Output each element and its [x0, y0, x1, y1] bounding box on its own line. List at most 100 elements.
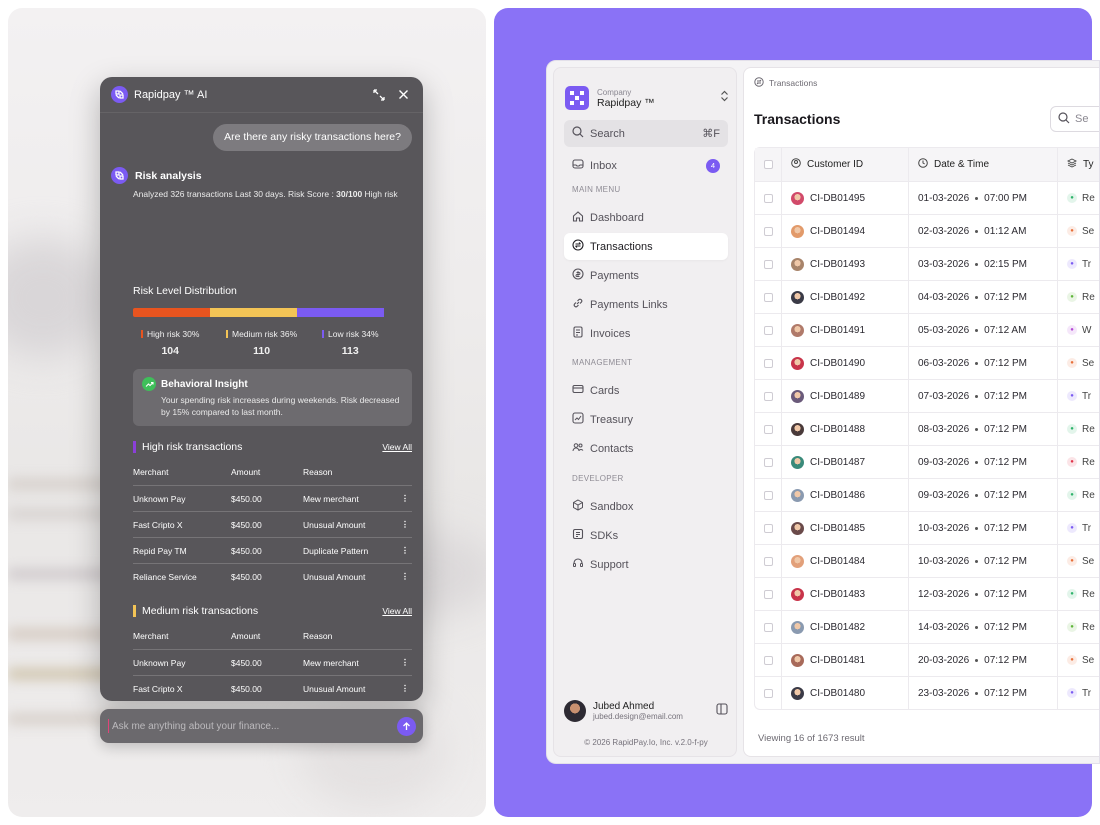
- view-all-link[interactable]: View All: [382, 442, 412, 452]
- table-row[interactable]: CI-DB01480 23-03-2026 07:12 PM ● Tr: [755, 676, 1099, 709]
- table-row[interactable]: CI-DB01483 12-03-2026 07:12 PM ● Re: [755, 577, 1099, 610]
- send-button[interactable]: [397, 716, 416, 736]
- sidebar-item-dashboard[interactable]: Dashboard: [564, 204, 728, 231]
- transaction-date: 07-03-2026: [918, 390, 970, 402]
- collapse-icon[interactable]: [370, 86, 388, 104]
- more-options-icon[interactable]: ⋮: [398, 657, 412, 668]
- table-row[interactable]: Repid Pay TM $450.00 Duplicate Pattern ⋮: [133, 537, 412, 563]
- transaction-type: Tr: [1082, 522, 1092, 534]
- more-options-icon[interactable]: ⋮: [398, 571, 412, 582]
- chat-input[interactable]: [112, 720, 397, 732]
- select-all-checkbox[interactable]: [763, 160, 773, 169]
- table-row[interactable]: CI-DB01481 20-03-2026 07:12 PM ● Se: [755, 643, 1099, 676]
- row-checkbox[interactable]: [763, 292, 773, 302]
- table-row[interactable]: Unknown Pay $450.00 Mew merchant ⋮: [133, 485, 412, 511]
- more-options-icon[interactable]: ⋮: [398, 683, 412, 694]
- transaction-time: 01:12 AM: [984, 225, 1027, 237]
- type-icon: ●: [1067, 292, 1077, 302]
- row-checkbox[interactable]: [763, 457, 773, 467]
- insight-body: Your spending risk increases during week…: [161, 395, 400, 417]
- more-options-icon[interactable]: ⋮: [398, 519, 412, 530]
- table-row[interactable]: CI-DB01485 10-03-2026 07:12 PM ● Tr: [755, 511, 1099, 544]
- avatar: [791, 356, 804, 370]
- row-checkbox[interactable]: [763, 358, 773, 368]
- sidebar-item-invoices[interactable]: Invoices: [564, 320, 728, 347]
- table-row[interactable]: CI-DB01487 09-03-2026 07:12 PM ● Re: [755, 445, 1099, 478]
- user-email: jubed.design@email.com: [593, 712, 683, 721]
- row-checkbox[interactable]: [763, 424, 773, 434]
- table-row[interactable]: CI-DB01492 04-03-2026 07:12 PM ● Re: [755, 280, 1099, 313]
- table-row[interactable]: CI-DB01493 03-03-2026 02:15 PM ● Tr: [755, 247, 1099, 280]
- view-all-link[interactable]: View All: [382, 606, 412, 616]
- row-checkbox[interactable]: [763, 622, 773, 632]
- sidebar-item-payments[interactable]: Payments: [564, 262, 728, 289]
- sidebar-toggle-icon[interactable]: [716, 702, 728, 720]
- avatar: [791, 422, 804, 436]
- row-checkbox[interactable]: [763, 688, 773, 698]
- sidebar-item-sdks[interactable]: SDKs: [564, 522, 728, 549]
- row-checkbox[interactable]: [763, 523, 773, 533]
- table-row[interactable]: CI-DB01484 10-03-2026 07:12 PM ● Se: [755, 544, 1099, 577]
- transaction-date: 10-03-2026: [918, 555, 970, 567]
- transactions-icon: [572, 238, 584, 256]
- sidebar-item-contacts[interactable]: Contacts: [564, 435, 728, 462]
- row-checkbox[interactable]: [763, 655, 773, 665]
- transaction-time: 07:00 PM: [984, 192, 1027, 204]
- row-checkbox[interactable]: [763, 259, 773, 269]
- row-checkbox[interactable]: [763, 325, 773, 335]
- table-row[interactable]: Fast Cripto X $450.00 Unusual Amount ⋮: [133, 675, 412, 701]
- sidebar-item-transactions[interactable]: Transactions: [564, 233, 728, 260]
- customer-id: CI-DB01485: [810, 522, 866, 534]
- table-row[interactable]: CI-DB01491 05-03-2026 07:12 AM ● W: [755, 313, 1099, 346]
- table-row[interactable]: CI-DB01488 08-03-2026 07:12 PM ● Re: [755, 412, 1099, 445]
- transaction-date: 01-03-2026: [918, 192, 970, 204]
- sidebar-item-payments-links[interactable]: Payments Links: [564, 291, 728, 318]
- table-row[interactable]: CI-DB01482 14-03-2026 07:12 PM ● Re: [755, 610, 1099, 643]
- table-row[interactable]: Unknown Pay $450.00 Mew merchant ⋮: [133, 649, 412, 675]
- sidebar-item-sandbox[interactable]: Sandbox: [564, 493, 728, 520]
- table-row[interactable]: CI-DB01494 02-03-2026 01:12 AM ● Se: [755, 214, 1099, 247]
- sidebar-item-support[interactable]: Support: [564, 551, 728, 578]
- user-profile[interactable]: Jubed Ahmed jubed.design@email.com: [564, 698, 728, 724]
- search-shortcut: ⌘F: [702, 128, 720, 140]
- table-search-input[interactable]: Se: [1050, 106, 1099, 132]
- main-menu-label: MAIN MENU: [572, 185, 621, 194]
- sidebar-item-cards[interactable]: Cards: [564, 377, 728, 404]
- treasury-icon: [572, 411, 584, 429]
- row-checkbox[interactable]: [763, 391, 773, 401]
- more-options-icon[interactable]: ⋮: [398, 545, 412, 556]
- more-options-icon[interactable]: ⋮: [398, 493, 412, 504]
- column-customer-id[interactable]: Customer ID: [782, 148, 909, 181]
- row-checkbox[interactable]: [763, 556, 773, 566]
- table-row[interactable]: CI-DB01486 09-03-2026 07:12 PM ● Re: [755, 478, 1099, 511]
- transaction-date: 04-03-2026: [918, 291, 970, 303]
- behavioral-insight-card: Behavioral Insight Your spending risk in…: [133, 369, 412, 426]
- column-type[interactable]: Ty: [1058, 148, 1099, 181]
- table-row[interactable]: CI-DB01489 07-03-2026 07:12 PM ● Tr: [755, 379, 1099, 412]
- table-row[interactable]: Fast Cripto X $450.00 Unusual Amount ⋮: [133, 511, 412, 537]
- sidebar-item-inbox[interactable]: Inbox 4: [564, 152, 728, 179]
- avatar: [791, 455, 804, 469]
- trend-up-icon: [142, 377, 156, 391]
- table-row[interactable]: Reliance Service $450.00 Unusual Amount ⋮: [133, 563, 412, 589]
- table-row[interactable]: CI-DB01495 01-03-2026 07:00 PM ● Re: [755, 181, 1099, 214]
- sidebar-item-treasury[interactable]: Treasury: [564, 406, 728, 433]
- invoice-icon: [572, 325, 584, 343]
- search-placeholder: Se: [1075, 113, 1089, 125]
- table-row[interactable]: CI-DB01490 06-03-2026 07:12 PM ● Se: [755, 346, 1099, 379]
- breadcrumb-item[interactable]: Transactions: [769, 78, 817, 88]
- company-switcher[interactable]: Company Rapidpay ™: [565, 77, 729, 119]
- row-checkbox[interactable]: [763, 226, 773, 236]
- avatar: [791, 488, 804, 502]
- user-message-bubble: Are there any risky transactions here?: [213, 124, 412, 151]
- sidebar-search[interactable]: Search ⌘F: [564, 120, 728, 147]
- column-date-time[interactable]: Date & Time: [909, 148, 1058, 181]
- inbox-icon: [572, 157, 584, 175]
- close-icon[interactable]: [394, 86, 412, 104]
- distribution-label: Low risk 34%: [328, 329, 379, 339]
- row-checkbox[interactable]: [763, 193, 773, 203]
- row-checkbox[interactable]: [763, 589, 773, 599]
- row-checkbox[interactable]: [763, 490, 773, 500]
- customer-id: CI-DB01486: [810, 489, 866, 501]
- transaction-type: Se: [1082, 654, 1095, 666]
